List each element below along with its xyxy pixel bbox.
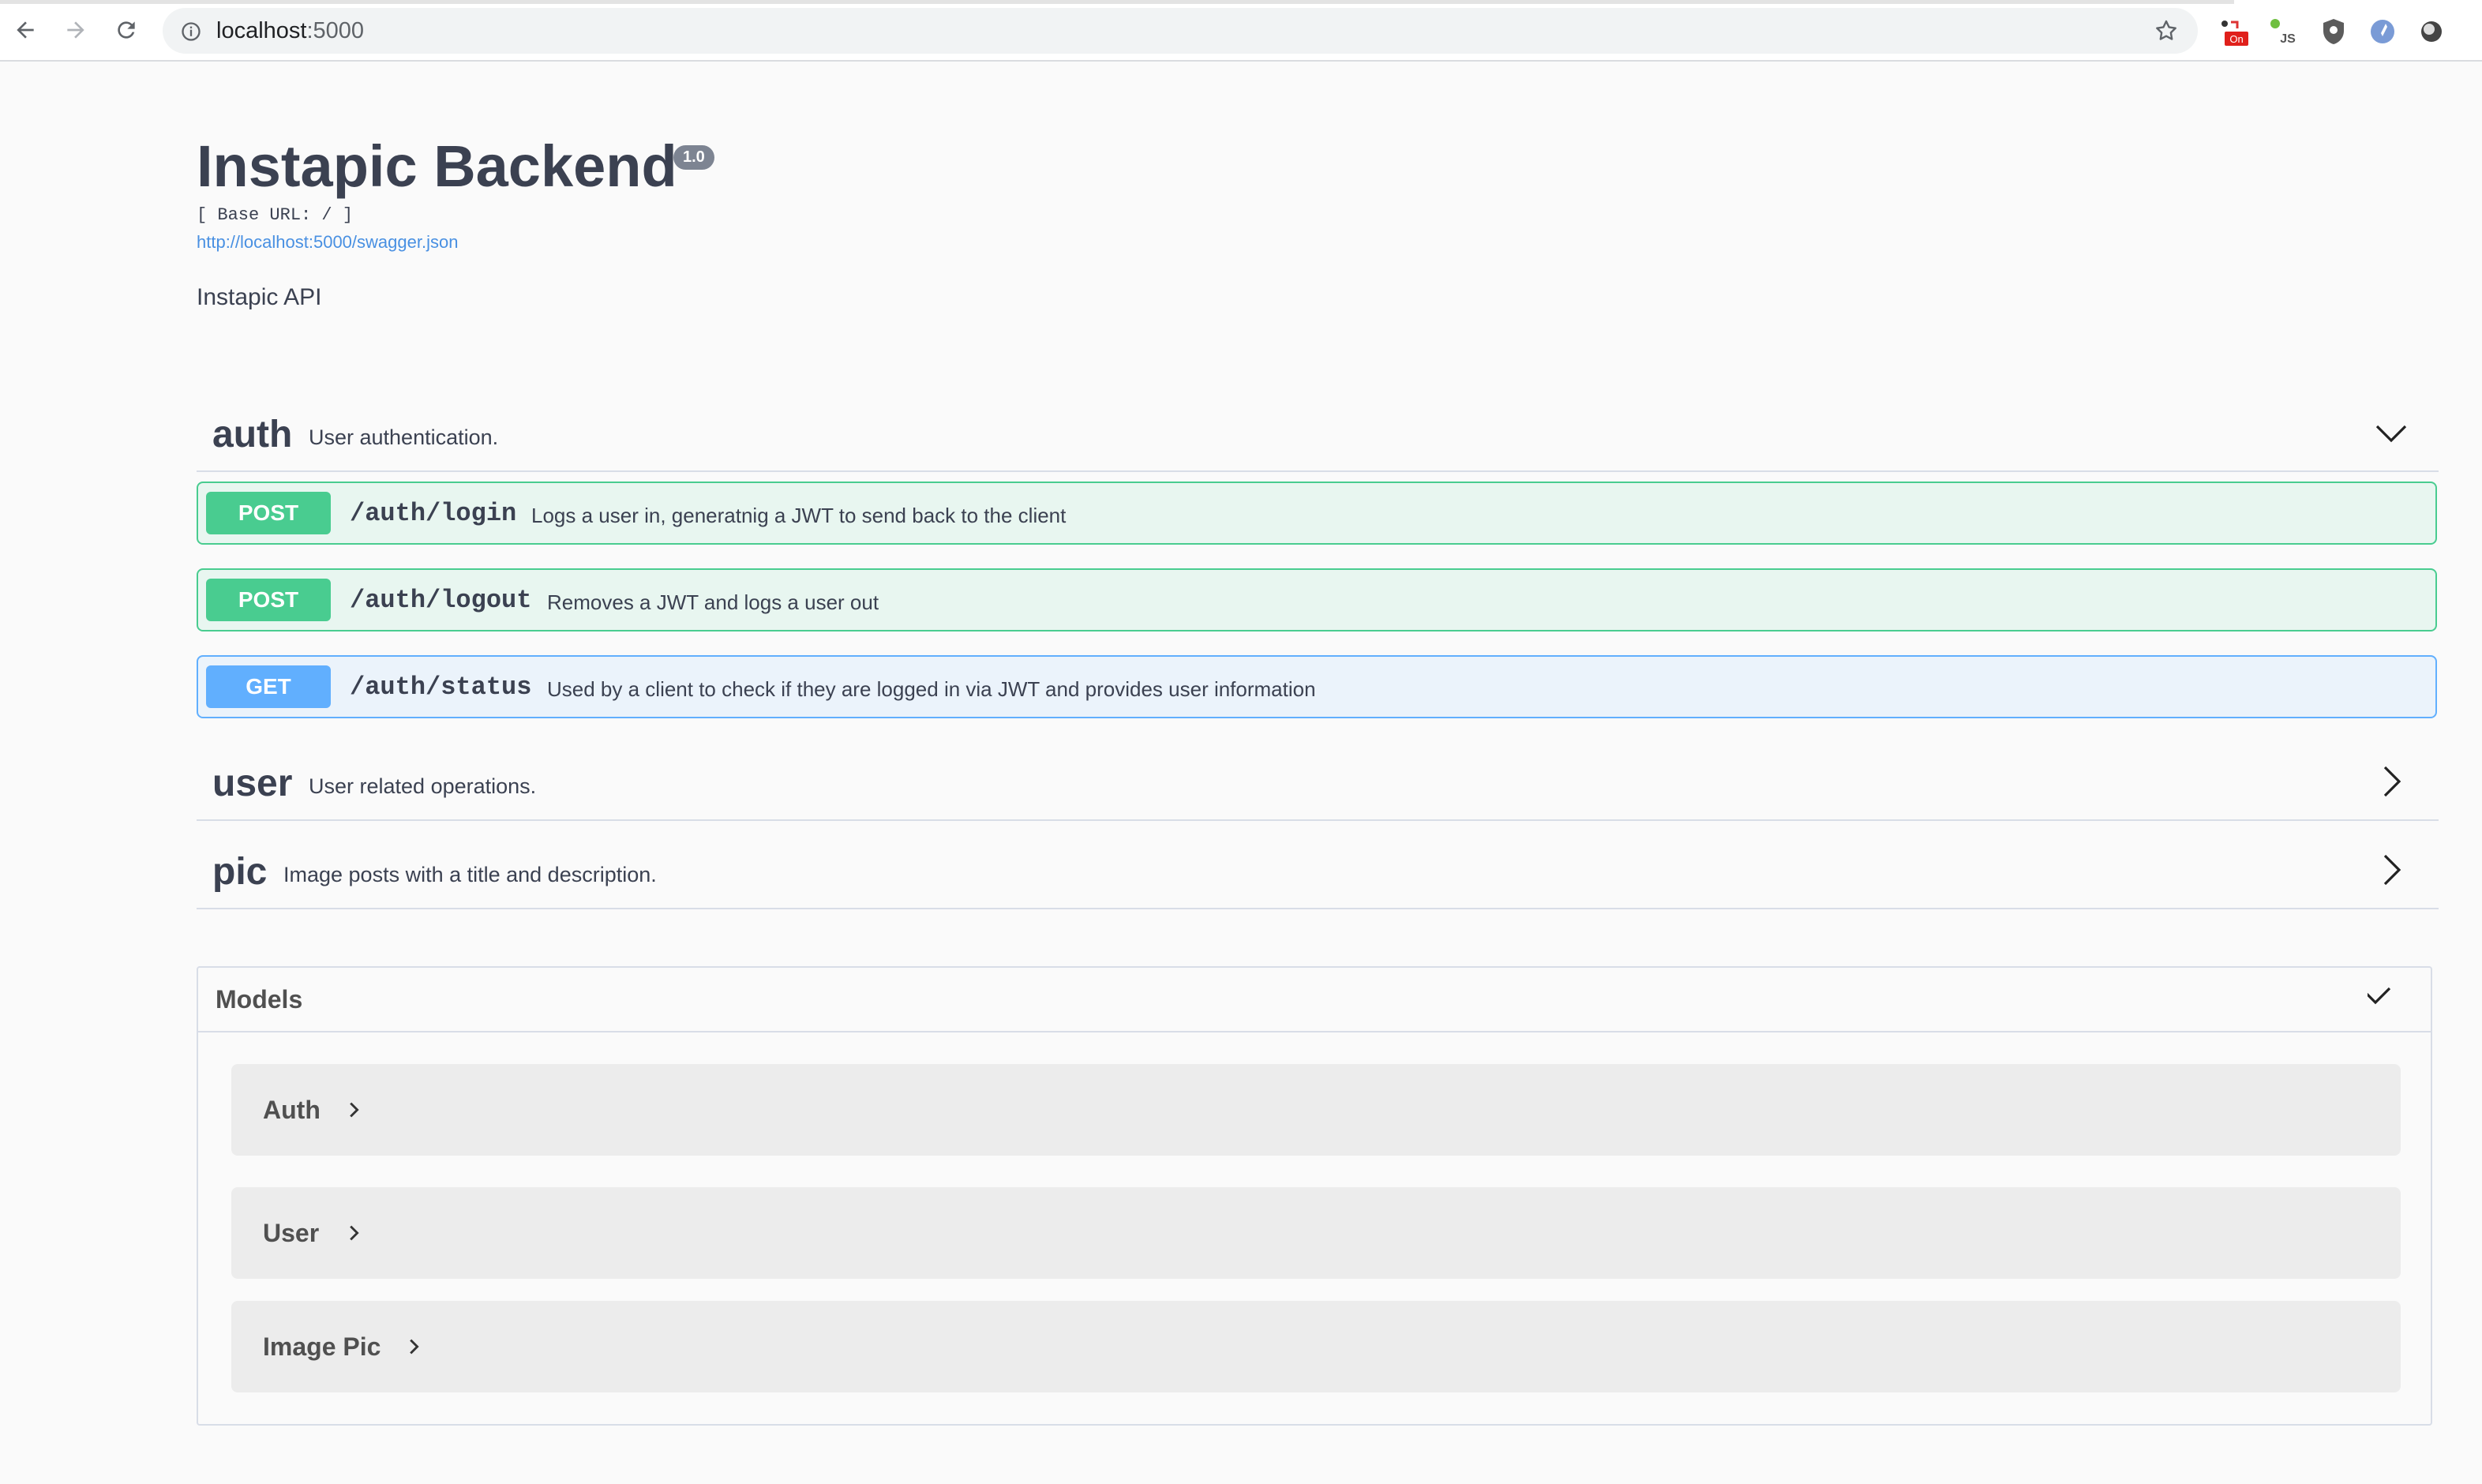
operation-summary: Used by a client to check if they are lo… bbox=[547, 677, 1316, 701]
operation-summary: Removes a JWT and logs a user out bbox=[547, 590, 879, 614]
method-badge: POST bbox=[206, 579, 331, 621]
operation-post-auth-logout[interactable]: POST /auth/logout Removes a JWT and logs… bbox=[197, 568, 2437, 631]
back-button[interactable] bbox=[11, 16, 39, 44]
operation-post-auth-login[interactable]: POST /auth/login Logs a user in, generat… bbox=[197, 482, 2437, 545]
tag-name: user bbox=[212, 763, 293, 804]
forward-arrow-icon bbox=[67, 21, 84, 39]
api-title: Instapic Backend bbox=[197, 133, 677, 199]
extension-js-text: JS bbox=[2280, 32, 2296, 46]
operation-get-auth-status[interactable]: GET /auth/status Used by a client to che… bbox=[197, 655, 2437, 718]
model-auth[interactable]: Auth bbox=[231, 1064, 2401, 1156]
models-section: Models Auth User Image Pic bbox=[197, 966, 2432, 1426]
chevron-right-icon[interactable] bbox=[2375, 854, 2407, 886]
bookmark-star-icon[interactable] bbox=[2154, 18, 2179, 43]
operation-path: /auth/login bbox=[350, 499, 517, 528]
version-badge: 1.0 bbox=[673, 145, 714, 170]
address-bar[interactable]: localhost:5000 bbox=[163, 8, 2198, 54]
tag-name: pic bbox=[212, 851, 268, 893]
chevron-right-icon[interactable] bbox=[2375, 766, 2407, 797]
chevron-right-icon[interactable] bbox=[405, 1337, 424, 1356]
tag-description: User authentication. bbox=[309, 425, 499, 449]
tag-description: Image posts with a title and description… bbox=[283, 863, 657, 886]
models-title: Models bbox=[216, 985, 303, 1014]
model-name: User bbox=[263, 1219, 320, 1247]
tag-description: User related operations. bbox=[309, 774, 537, 798]
tag-auth-header[interactable]: auth User authentication. bbox=[197, 393, 2439, 472]
back-arrow-icon bbox=[17, 21, 34, 39]
extension-on-icon[interactable]: On bbox=[2218, 16, 2250, 47]
method-badge: GET bbox=[206, 665, 331, 708]
reload-icon bbox=[118, 21, 135, 39]
swagger-json-link[interactable]: http://localhost:5000/swagger.json bbox=[197, 232, 458, 253]
method-badge: POST bbox=[206, 492, 331, 534]
operation-path: /auth/status bbox=[350, 673, 532, 702]
profile-circle-icon[interactable] bbox=[2416, 16, 2447, 47]
reload-button[interactable] bbox=[112, 16, 141, 44]
chevron-down-icon[interactable] bbox=[2375, 417, 2407, 448]
tag-name: auth bbox=[212, 414, 293, 455]
extension-js-icon[interactable]: JS bbox=[2267, 16, 2299, 47]
page-load-progress bbox=[0, 0, 2234, 4]
model-image-pic[interactable]: Image Pic bbox=[231, 1301, 2401, 1392]
tag-user-header[interactable]: user User related operations. bbox=[197, 742, 2439, 821]
model-name: Image Pic bbox=[263, 1332, 381, 1361]
compass-extension-icon[interactable] bbox=[2367, 16, 2398, 47]
tag-pic-header[interactable]: pic Image posts with a title and descrip… bbox=[197, 830, 2439, 909]
model-name: Auth bbox=[263, 1096, 321, 1124]
chevron-right-icon[interactable] bbox=[345, 1224, 364, 1242]
models-header[interactable]: Models bbox=[198, 968, 2431, 1032]
model-user[interactable]: User bbox=[231, 1187, 2401, 1279]
chevron-right-icon[interactable] bbox=[345, 1100, 364, 1119]
forward-button[interactable] bbox=[62, 16, 90, 44]
api-description: Instapic API bbox=[197, 284, 322, 310]
browser-toolbar: localhost:5000 On JS bbox=[0, 0, 2482, 62]
operation-path: /auth/logout bbox=[350, 586, 532, 615]
extension-badge-text: On bbox=[2229, 33, 2243, 45]
url-text: localhost:5000 bbox=[216, 18, 365, 43]
chevron-down-icon[interactable] bbox=[2368, 987, 2399, 1018]
operation-summary: Logs a user in, generatnig a JWT to send… bbox=[531, 504, 1067, 527]
ublock-shield-icon[interactable] bbox=[2318, 16, 2349, 47]
info-icon[interactable] bbox=[180, 21, 202, 43]
base-url: [ Base URL: / ] bbox=[197, 205, 354, 225]
